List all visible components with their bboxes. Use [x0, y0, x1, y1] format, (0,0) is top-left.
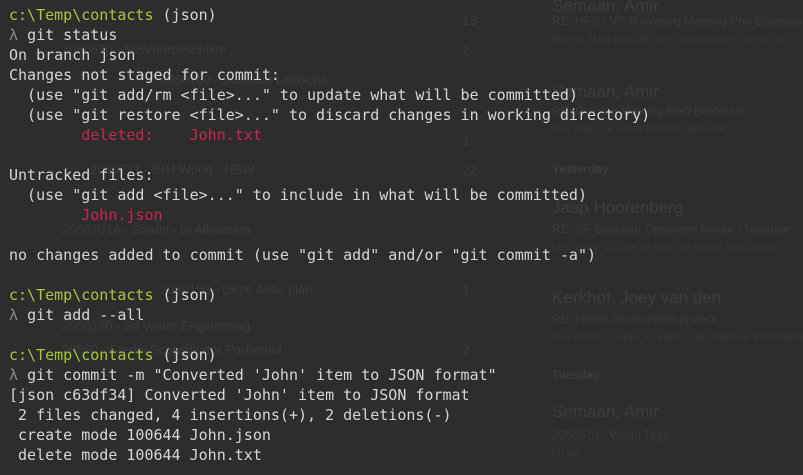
lambda-prompt-icon: λ	[9, 26, 19, 44]
output-line: delete mode 100644 John.txt	[9, 446, 262, 464]
deleted-file-line: deleted: John.txt	[9, 125, 799, 145]
output-line: (use "git add <file>..." to include in w…	[9, 186, 587, 204]
output-line: 2 files changed, 4 insertions(+), 2 dele…	[9, 406, 452, 424]
prompt-path: c:\Temp\contacts	[9, 286, 154, 304]
prompt-path: c:\Temp\contacts	[9, 6, 154, 24]
prompt-path: c:\Temp\contacts	[9, 346, 154, 364]
output-line: create mode 100644 John.json	[9, 426, 271, 444]
output-line: (use "git add/rm <file>..." to update wh…	[9, 86, 578, 104]
lambda-prompt-icon: λ	[9, 366, 19, 384]
output-line: (use "git restore <file>..." to discard …	[9, 106, 651, 124]
command-line: λ git status	[9, 25, 799, 45]
screen: 13 2 1 22 1 2 2050670 - SiSVoorbeschikte... 20…	[0, 0, 803, 475]
output-line: [json c63df34] Converted 'John' item to …	[9, 386, 470, 404]
untracked-filename: John.json	[9, 206, 163, 224]
lambda-prompt-icon: λ	[9, 306, 19, 324]
prompt-line: c:\Temp\contacts (json)	[9, 345, 799, 365]
deleted-label: deleted:	[9, 126, 190, 144]
prompt-line: c:\Temp\contacts (json)	[9, 285, 799, 305]
prompt-branch: (json)	[153, 346, 217, 364]
output-line: On branch json	[9, 46, 136, 64]
command-text: git status	[27, 26, 118, 44]
command-text: git commit -m "Converted 'John' item to …	[27, 366, 497, 384]
prompt-branch: (json)	[153, 6, 217, 24]
output-line: no changes added to commit (use "git add…	[9, 246, 596, 264]
output-line: Changes not staged for commit:	[9, 66, 280, 84]
untracked-file-line: John.json	[9, 205, 799, 225]
terminal-output[interactable]: c:\Temp\contacts (json) λ git status On br…	[9, 5, 799, 465]
output-line: Untracked files:	[9, 166, 154, 184]
prompt-branch: (json)	[153, 286, 217, 304]
command-text: git add --all	[27, 306, 145, 324]
prompt-line: c:\Temp\contacts (json)	[9, 5, 799, 25]
command-line: λ git add --all	[9, 305, 799, 325]
command-line: λ git commit -m "Converted 'John' item t…	[9, 365, 799, 385]
deleted-filename: John.txt	[189, 126, 262, 144]
